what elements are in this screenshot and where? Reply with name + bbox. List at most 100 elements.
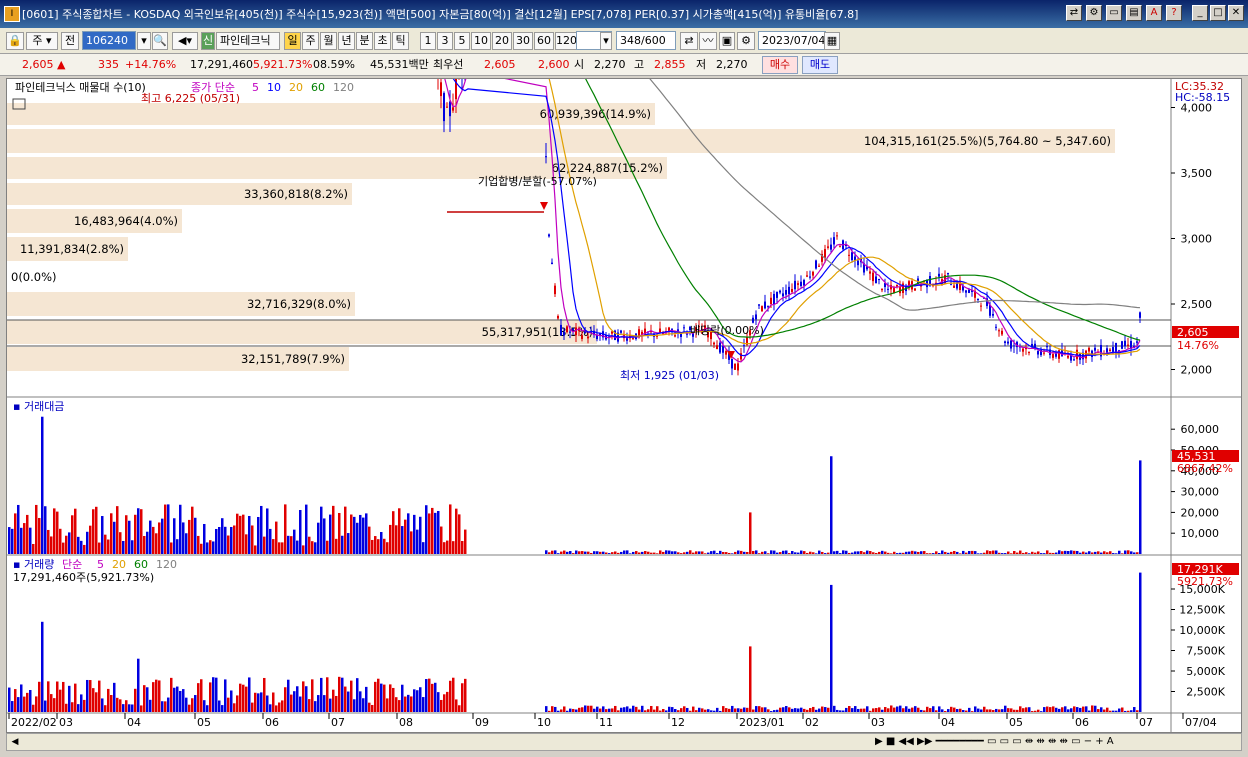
interval-dropdown-icon[interactable]: ▾	[600, 32, 612, 50]
interval-60[interactable]: 60	[534, 32, 554, 50]
interval-3[interactable]: 3	[437, 32, 453, 50]
candle	[1007, 341, 1009, 344]
candle	[446, 106, 448, 108]
save-icon[interactable]: ▣	[719, 32, 735, 50]
period-0[interactable]: 일	[284, 32, 301, 50]
stock-chart[interactable]: 60,939,396(14.9%)104,315,161(25.5%)(5,76…	[7, 79, 1241, 732]
refresh-icon[interactable]: ⇄	[680, 32, 698, 50]
amount-bar	[851, 552, 854, 554]
stock-name[interactable]: 파인테크닉	[216, 32, 280, 50]
volume-bar	[461, 683, 464, 712]
interval-120[interactable]: 120	[555, 32, 577, 50]
link-icon[interactable]: ⇄	[1066, 5, 1082, 21]
date-input[interactable]: 2023/07/04	[758, 31, 826, 50]
amount-bar	[1052, 552, 1055, 554]
sell-button[interactable]: 매도	[802, 56, 838, 74]
speaker-icon[interactable]: ◀▾	[172, 32, 198, 50]
candle	[569, 331, 571, 333]
interval-30[interactable]: 30	[513, 32, 533, 50]
volume-bar	[872, 708, 875, 712]
volume-bar	[83, 699, 86, 712]
period-6[interactable]: 틱	[392, 32, 409, 50]
amount-bar	[902, 552, 905, 554]
calendar-icon[interactable]: ▦	[824, 32, 840, 50]
lock-icon[interactable]: 🔒	[6, 32, 24, 50]
y-tick-label: 10,000	[1181, 527, 1220, 540]
settings-icon[interactable]: ⚙	[1086, 5, 1102, 21]
amount-bar	[683, 552, 686, 554]
volume-bar	[1025, 707, 1028, 712]
amount-bar	[104, 534, 107, 554]
volume-bar	[1022, 708, 1025, 712]
amount-bar	[140, 509, 143, 554]
scroll-left-icon[interactable]: ◀	[9, 736, 21, 748]
maximize-button[interactable]: □	[1210, 5, 1226, 21]
volume-bar	[404, 696, 407, 712]
help-icon[interactable]: ?	[1166, 5, 1182, 21]
chart-scrollbar[interactable]: ◀ ▶ ■ ◀◀ ▶▶ ━━━━━━━━ ▭ ▭ ▭ ⇹ ⇹ ⇹ ⇹ ▭ − +…	[6, 733, 1242, 751]
amount-bar	[896, 553, 899, 554]
count-input[interactable]: 348/600	[616, 31, 676, 50]
gear-icon[interactable]: ⚙	[737, 32, 755, 50]
amount-bar	[341, 535, 344, 554]
candle	[734, 363, 736, 370]
period-1[interactable]: 주	[302, 32, 319, 50]
window-icon[interactable]: ▭	[1106, 5, 1122, 21]
search-icon[interactable]: 🔍	[152, 32, 168, 50]
volume-ma-label: 단순	[62, 558, 82, 571]
amount-bar	[776, 552, 779, 554]
volume-bar	[674, 709, 677, 712]
amount-bar	[164, 504, 167, 554]
amount-bar	[917, 551, 920, 554]
interval-20[interactable]: 20	[492, 32, 512, 50]
amount-bar	[416, 529, 419, 554]
code-dropdown-icon[interactable]: ▾	[137, 32, 151, 50]
amount-bar	[803, 551, 806, 554]
interval-10[interactable]: 10	[471, 32, 491, 50]
amount-bar	[308, 536, 311, 554]
print-icon[interactable]: ▤	[1126, 5, 1142, 21]
amount-bar	[257, 516, 260, 554]
candle	[545, 156, 547, 158]
price-badge-label: 2,605	[1177, 326, 1209, 339]
amount-bar	[1127, 550, 1130, 554]
buy-button[interactable]: 매수	[762, 56, 798, 74]
close-button[interactable]: ✕	[1228, 5, 1244, 21]
volume-bar	[134, 688, 137, 712]
amount-bar	[404, 519, 407, 554]
stock-code-input[interactable]: 106240	[82, 31, 136, 50]
y-tick-label: 3,000	[1181, 233, 1213, 246]
period-5[interactable]: 초	[374, 32, 391, 50]
amount-bar	[434, 512, 437, 554]
period-2[interactable]: 월	[320, 32, 337, 50]
interval-1[interactable]: 1	[420, 32, 436, 50]
candle	[743, 345, 745, 347]
window-title: [0601] 주식종합차트 - KOSDAQ 외국인보유[405(천)] 주식수…	[22, 8, 859, 21]
market-select[interactable]: 주 ▾	[26, 32, 58, 50]
amount-bar	[311, 541, 314, 554]
period-3[interactable]: 년	[338, 32, 355, 50]
interval-5[interactable]: 5	[454, 32, 470, 50]
chart-area[interactable]: 60,939,396(14.9%) 104,315,161(25.5%)(5,76…	[6, 78, 1242, 733]
volume-bar	[395, 697, 398, 712]
chart-nav-controls[interactable]: ▶ ■ ◀◀ ▶▶ ━━━━━━━━ ▭ ▭ ▭ ⇹ ⇹ ⇹ ⇹ ▭ − + A	[875, 735, 1235, 749]
amount-bar	[992, 550, 995, 554]
volume-bar	[1034, 710, 1037, 712]
period-4[interactable]: 분	[356, 32, 373, 50]
candle	[1013, 345, 1015, 347]
chart-type-icon[interactable]: 〰	[699, 32, 717, 50]
volume-bar	[146, 687, 149, 712]
alert-icon[interactable]: A	[1146, 5, 1162, 21]
amount-bar	[200, 543, 203, 554]
volume-bar	[737, 708, 740, 712]
volume-bar	[170, 677, 173, 712]
amount-bar	[335, 538, 338, 554]
volume-bar	[197, 683, 200, 712]
prev-button[interactable]: 전	[61, 32, 79, 50]
volume-bar	[944, 711, 947, 712]
volume-bar	[905, 706, 908, 712]
amount-bar	[659, 550, 662, 554]
volume-bar	[557, 710, 560, 712]
volume-bar	[203, 700, 206, 712]
minimize-button[interactable]: _	[1192, 5, 1208, 21]
